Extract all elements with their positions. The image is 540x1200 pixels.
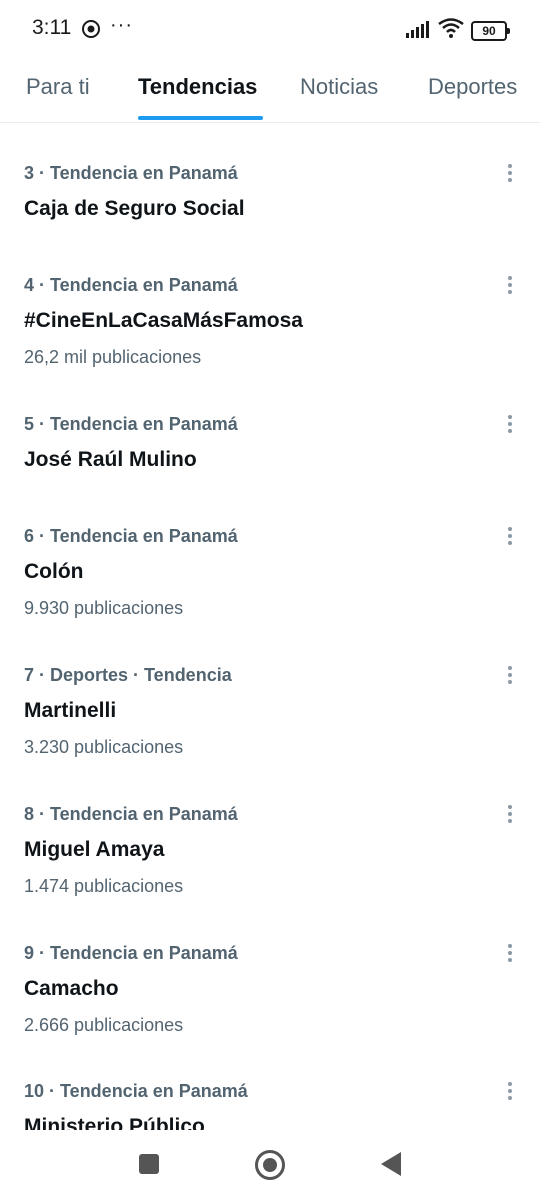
back-icon[interactable] [381, 1152, 401, 1176]
more-vertical-icon[interactable] [500, 161, 520, 187]
trend-meta: 5 · Tendencia en Panamá [24, 414, 238, 434]
home-icon[interactable] [255, 1150, 285, 1180]
trend-meta: 7 · Deportes · Tendencia [24, 665, 232, 685]
system-nav-bar [0, 1130, 540, 1200]
trend-meta: 3 · Tendencia en Panamá [24, 163, 238, 183]
status-time: 3:11 [32, 16, 72, 39]
trend-name: Martinelli [24, 699, 117, 722]
trend-name: Colón [24, 560, 84, 583]
recent-apps-icon[interactable] [139, 1154, 159, 1174]
more-vertical-icon[interactable] [500, 412, 520, 438]
more-vertical-icon[interactable] [500, 273, 520, 299]
active-tab-indicator [138, 116, 263, 120]
tab-deportes[interactable]: Deportes [428, 74, 517, 100]
trend-name: Caja de Seguro Social [24, 197, 245, 220]
wifi-icon [438, 18, 464, 38]
trend-count: 2.666 publicaciones [24, 1015, 184, 1035]
trend-meta: 10 · Tendencia en Panamá [24, 1081, 248, 1101]
trend-meta: 6 · Tendencia en Panamá [24, 526, 238, 546]
trend-count: 3.230 publicaciones [24, 737, 184, 757]
trend-meta: 8 · Tendencia en Panamá [24, 804, 238, 824]
trend-name: Camacho [24, 977, 119, 1000]
trend-count: 1.474 publicaciones [24, 876, 184, 896]
tab-tendencias[interactable]: Tendencias [138, 74, 257, 100]
signal-icon [406, 21, 429, 38]
trend-name: #CineEnLaCasaMásFamosa [24, 309, 303, 332]
trend-meta: 4 · Tendencia en Panamá [24, 275, 238, 295]
status-bar: 3:11 ··· 90 [0, 0, 540, 58]
tab-noticias[interactable]: Noticias [300, 74, 378, 100]
trend-name: Miguel Amaya [24, 838, 165, 861]
trend-name: Ministerio Público [24, 1115, 205, 1130]
more-vertical-icon[interactable] [500, 941, 520, 967]
trend-count: 9.930 publicaciones [24, 598, 184, 618]
more-vertical-icon[interactable] [500, 802, 520, 828]
trend-meta: 9 · Tendencia en Panamá [24, 943, 238, 963]
tab-para-ti[interactable]: Para ti [26, 74, 90, 100]
battery-indicator: 90 [471, 21, 510, 41]
trend-list: 3 · Tendencia en Panamá Caja de Seguro S… [0, 123, 540, 1130]
chrome-icon [82, 20, 100, 38]
trend-count: 26,2 mil publicaciones [24, 347, 202, 367]
more-vertical-icon[interactable] [500, 1079, 520, 1105]
trend-name: José Raúl Mulino [24, 448, 197, 471]
more-vertical-icon[interactable] [500, 524, 520, 550]
more-vertical-icon[interactable] [500, 663, 520, 689]
more-notifications-icon: ··· [110, 14, 133, 36]
tab-bar: Para ti Tendencias Noticias Deportes [0, 58, 540, 123]
